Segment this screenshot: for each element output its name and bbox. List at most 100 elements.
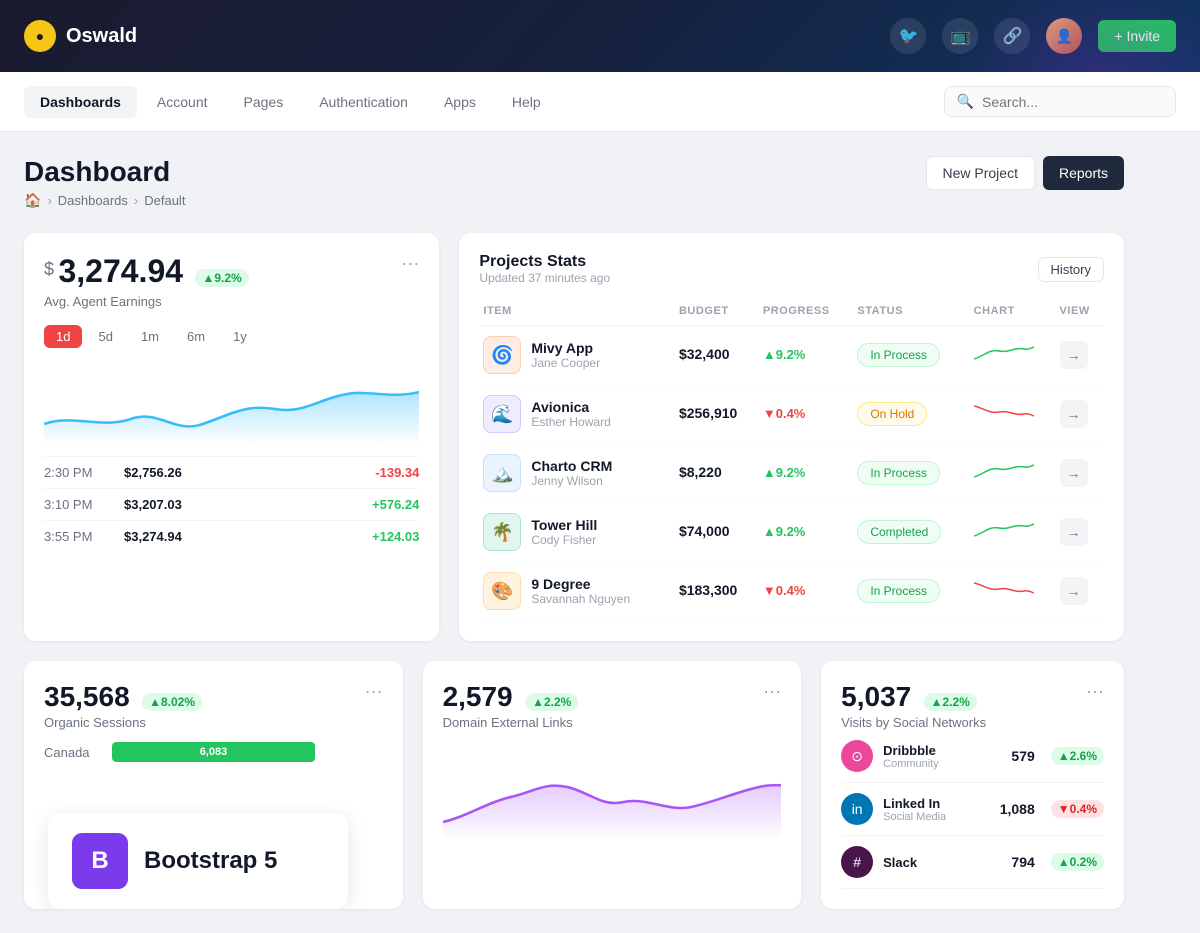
filter-1m[interactable]: 1m	[129, 325, 171, 348]
social-row: in Linked In Social Media 1,088 ▼0.4%	[841, 783, 1104, 836]
linkedin-name: Linked In	[883, 796, 946, 811]
table-row: 🏔️ Charto CRM Jenny Wilson $8,220 ▲9.2% …	[479, 444, 1104, 503]
row-change: +576.24	[372, 497, 419, 512]
view-btn[interactable]: →	[1060, 518, 1088, 546]
col-chart: CHART	[970, 297, 1056, 326]
reports-button[interactable]: Reports	[1043, 156, 1124, 190]
view-btn[interactable]: →	[1060, 341, 1088, 369]
geo-name: Canada	[44, 745, 104, 760]
nav-dashboards[interactable]: Dashboards	[24, 86, 137, 118]
linkedin-type: Social Media	[883, 811, 946, 823]
dribbble-name: Dribbble	[883, 743, 939, 758]
social-row: # Slack 794 ▲0.2%	[841, 836, 1104, 889]
organic-more-btn[interactable]: ···	[365, 681, 383, 702]
table-row: 🎨 9 Degree Savannah Nguyen $183,300 ▼0.4…	[479, 562, 1104, 621]
top-navbar: ● Oswald 🐦 📺 🔗 👤 + Invite	[0, 0, 1200, 72]
linkedin-count: 1,088	[1000, 801, 1035, 817]
view-btn[interactable]: →	[1060, 577, 1088, 605]
filter-5d[interactable]: 5d	[86, 325, 124, 348]
projects-updated: Updated 37 minutes ago	[479, 271, 610, 285]
geo-bar: 6,083	[112, 742, 315, 762]
col-view: VIEW	[1056, 297, 1104, 326]
social-number: 5,037	[841, 681, 911, 712]
row-change: -139.34	[375, 465, 419, 480]
social-more-btn[interactable]: ···	[1086, 681, 1104, 702]
row-amount: $2,756.26	[124, 465, 375, 480]
linkedin-icon: in	[841, 793, 873, 825]
domain-badge: ▲2.2%	[525, 693, 578, 711]
slack-name: Slack	[883, 855, 917, 870]
organic-sessions-card: 35,568 ▲8.02% Organic Sessions ··· Canad…	[24, 661, 403, 909]
nav-help[interactable]: Help	[496, 86, 557, 118]
projects-title: Projects Stats	[479, 253, 610, 271]
bird-icon-btn[interactable]: 🐦	[890, 18, 926, 54]
domain-more-btn[interactable]: ···	[763, 681, 781, 702]
projects-table: ITEM BUDGET PROGRESS STATUS CHART VIEW 🌀…	[479, 297, 1104, 621]
filter-1d[interactable]: 1d	[44, 325, 82, 348]
invite-button[interactable]: + Invite	[1098, 20, 1176, 52]
dribbble-count: 579	[1011, 748, 1034, 764]
bottom-cards-grid: 35,568 ▲8.02% Organic Sessions ··· Canad…	[24, 661, 1124, 909]
earnings-amount: 3,274.94	[58, 253, 183, 289]
filter-6m[interactable]: 6m	[175, 325, 217, 348]
earnings-label: Avg. Agent Earnings	[44, 294, 249, 309]
row-amount: $3,274.94	[124, 529, 372, 544]
earnings-row: 3:10 PM $3,207.03 +576.24	[44, 488, 419, 520]
social-badge: ▲2.2%	[924, 693, 977, 711]
view-btn[interactable]: →	[1060, 459, 1088, 487]
search-icon: 🔍	[957, 93, 974, 110]
row-time: 2:30 PM	[44, 465, 124, 480]
breadcrumb-dashboards[interactable]: Dashboards	[58, 193, 128, 208]
social-rows: ⊙ Dribbble Community 579 ▲2.6% in Linked…	[841, 730, 1104, 889]
social-row: ⊙ Dribbble Community 579 ▲2.6%	[841, 730, 1104, 783]
nav-account[interactable]: Account	[141, 86, 224, 118]
logo-icon: ●	[24, 20, 56, 52]
earnings-row: 2:30 PM $2,756.26 -139.34	[44, 456, 419, 488]
search-input[interactable]	[982, 94, 1163, 110]
earnings-dollar: $	[44, 259, 54, 280]
social-networks-card: 5,037 ▲2.2% Visits by Social Networks ··…	[821, 661, 1124, 909]
nav-pages[interactable]: Pages	[228, 86, 300, 118]
slack-change: ▲0.2%	[1051, 853, 1104, 871]
page-title: Dashboard	[24, 156, 185, 188]
breadcrumb-default: Default	[144, 193, 185, 208]
share-icon-btn[interactable]: 🔗	[994, 18, 1030, 54]
domain-chart	[443, 742, 782, 842]
nav-apps[interactable]: Apps	[428, 86, 492, 118]
home-icon: 🏠	[24, 192, 41, 209]
earnings-card: $ 3,274.94 ▲9.2% Avg. Agent Earnings ···…	[24, 233, 439, 641]
bootstrap-overlay: B Bootstrap 5	[48, 813, 348, 909]
search-box[interactable]: 🔍	[944, 86, 1176, 117]
dribbble-type: Community	[883, 758, 939, 770]
domain-number: 2,579	[443, 681, 513, 712]
history-button[interactable]: History	[1038, 257, 1104, 282]
monitor-icon-btn[interactable]: 📺	[942, 18, 978, 54]
col-budget: BUDGET	[675, 297, 759, 326]
earnings-row: 3:55 PM $3,274.94 +124.03	[44, 520, 419, 552]
view-btn[interactable]: →	[1060, 400, 1088, 428]
table-row: 🌊 Avionica Esther Howard $256,910 ▼0.4% …	[479, 385, 1104, 444]
nav-actions: 🐦 📺 🔗 👤 + Invite	[890, 18, 1176, 54]
breadcrumb: 🏠 › Dashboards › Default	[24, 192, 185, 209]
row-time: 3:55 PM	[44, 529, 124, 544]
new-project-button[interactable]: New Project	[926, 156, 1035, 190]
earnings-chart	[44, 364, 419, 444]
filter-1y[interactable]: 1y	[221, 325, 259, 348]
domain-label: Domain External Links	[443, 715, 579, 730]
nav-authentication[interactable]: Authentication	[303, 86, 424, 118]
social-label: Visits by Social Networks	[841, 715, 986, 730]
header-buttons: New Project Reports	[926, 156, 1125, 190]
row-time: 3:10 PM	[44, 497, 124, 512]
avatar[interactable]: 👤	[1046, 18, 1082, 54]
organic-number: 35,568	[44, 681, 130, 712]
col-progress: PROGRESS	[759, 297, 853, 326]
slack-count: 794	[1011, 854, 1034, 870]
logo-area: ● Oswald	[24, 20, 890, 52]
time-filters: 1d 5d 1m 6m 1y	[44, 325, 419, 348]
slack-icon: #	[841, 846, 873, 878]
earnings-more-btn[interactable]: ···	[401, 253, 419, 274]
row-amount: $3,207.03	[124, 497, 372, 512]
page-header: Dashboard 🏠 › Dashboards › Default New P…	[24, 156, 1124, 209]
row-change: +124.03	[372, 529, 419, 544]
organic-badge: ▲8.02%	[142, 693, 202, 711]
